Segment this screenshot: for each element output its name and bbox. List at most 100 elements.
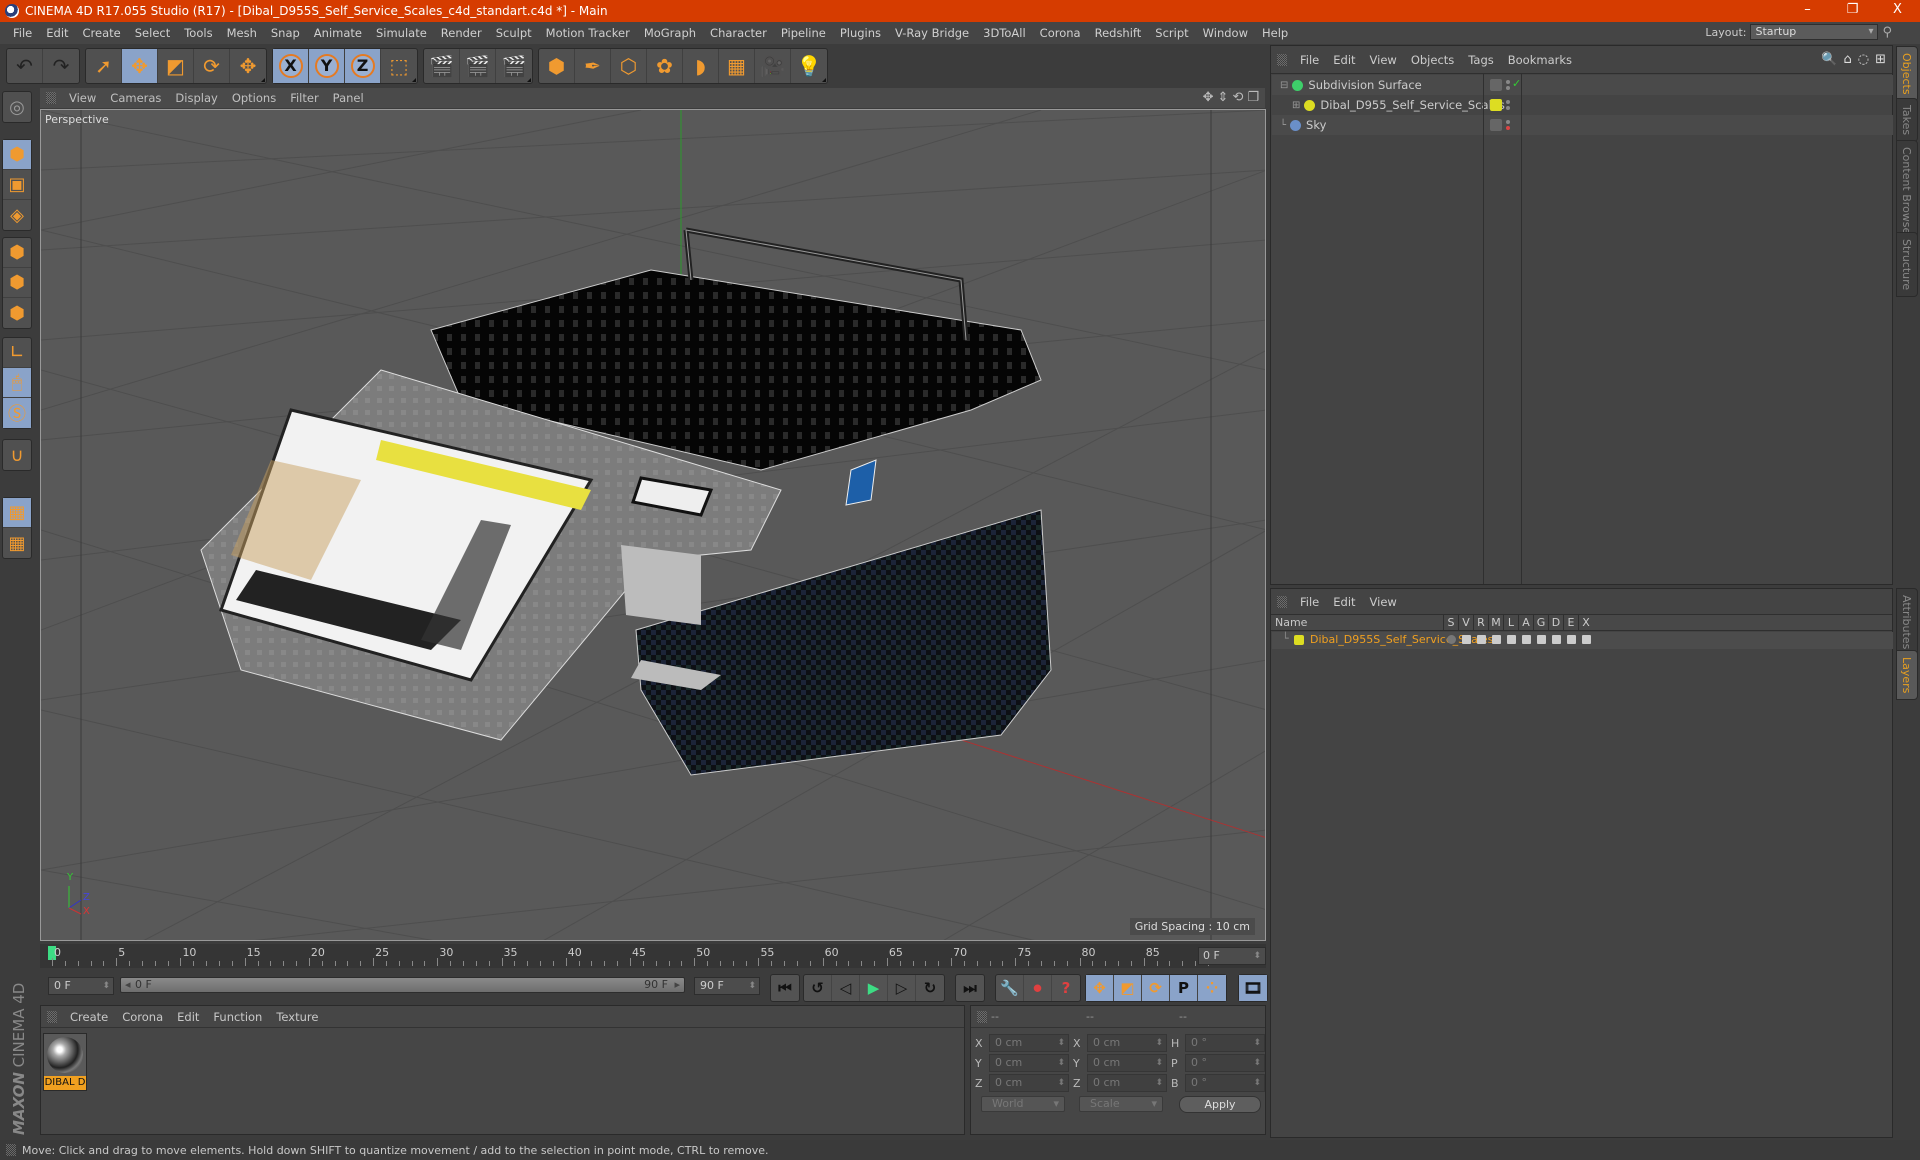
column-r[interactable]: R [1473, 615, 1488, 631]
menu-file[interactable]: File [6, 26, 39, 40]
spinner-icon[interactable]: ⬍ [1155, 1055, 1163, 1071]
material-menu-create[interactable]: Create [63, 1010, 115, 1024]
object-menu-tags[interactable]: Tags [1461, 53, 1500, 67]
menu-3dtoall[interactable]: 3DToAll [976, 26, 1033, 40]
display-tag-icon[interactable] [1490, 79, 1502, 91]
render-picture-viewer-button[interactable]: 🎬 [460, 48, 496, 83]
workplane-lock-button[interactable]: ▦ [3, 498, 31, 528]
position-track-button[interactable]: ✥ [1086, 975, 1114, 1001]
material-menu-texture[interactable]: Texture [269, 1010, 325, 1024]
side-tab-objects[interactable]: Objects [1896, 46, 1918, 102]
autokeying-button[interactable]: ? [1052, 975, 1080, 1001]
column-g[interactable]: G [1533, 615, 1548, 631]
rotation-track-button[interactable]: ⟳ [1142, 975, 1170, 1001]
spinner-icon[interactable]: ⬍ [748, 978, 756, 994]
spinner-icon[interactable]: ⬍ [1253, 1055, 1261, 1071]
coordinate-field[interactable]: 0 ° ⬍ [1185, 1034, 1265, 1052]
coordinate-field[interactable]: 0 ° ⬍ [1185, 1054, 1265, 1072]
side-tab-takes[interactable]: Takes [1896, 98, 1918, 143]
menu-character[interactable]: Character [703, 26, 774, 40]
display-tag-icon[interactable] [1490, 119, 1502, 131]
spinner-icon[interactable]: ⬍ [1253, 948, 1261, 964]
play-button[interactable]: ▶ [860, 975, 888, 1001]
menu-motion-tracker[interactable]: Motion Tracker [539, 26, 637, 40]
timeline-button[interactable]: 🎞 [1239, 975, 1267, 1001]
polygons-mode-button[interactable]: ⬢ [3, 298, 31, 328]
object-menu-objects[interactable]: Objects [1404, 53, 1461, 67]
spinner-icon[interactable]: ⬍ [1155, 1035, 1163, 1051]
coordinate-field[interactable]: 0 cm ⬍ [1087, 1074, 1167, 1092]
editor-visibility-dot[interactable] [1506, 80, 1510, 84]
apply-button[interactable]: Apply [1179, 1096, 1261, 1113]
make-editable-button[interactable]: ◎ [3, 92, 31, 122]
cube-button[interactable]: ⬢ [539, 48, 575, 83]
layer-menu-view[interactable]: View [1363, 595, 1404, 609]
go-to-start-button[interactable]: ⏮ [771, 975, 799, 1001]
layer-row[interactable]: └ Dibal_D955S_Self_Service_Scales [1272, 632, 1893, 649]
timeline-ruler[interactable]: 051015202530354045505560657075808590 [40, 944, 1266, 968]
range-left-arrow-icon[interactable]: ◂ [125, 978, 131, 992]
spinner-icon[interactable]: ⬍ [1057, 1075, 1065, 1091]
menu-create[interactable]: Create [76, 26, 128, 40]
layout-dropdown[interactable]: Startup [1750, 24, 1879, 40]
side-tab-content-browser[interactable]: Content Browser [1896, 140, 1918, 246]
spinner-icon[interactable]: ⬍ [1057, 1035, 1065, 1051]
coordinate-field[interactable]: 0 cm ⬍ [1087, 1034, 1167, 1052]
coordinate-field[interactable]: 0 cm ⬍ [1087, 1054, 1167, 1072]
object-row[interactable]: ⊟ Subdivision Surface ✓ [1272, 75, 1893, 95]
render-visibility-dot[interactable] [1506, 126, 1510, 130]
menu-tools[interactable]: Tools [177, 26, 219, 40]
visibility-icon[interactable]: ◌ [1858, 52, 1869, 67]
restore-button[interactable]: ❐ [1830, 0, 1875, 22]
keyframe-selection-button[interactable]: 🔧 [996, 975, 1024, 1001]
viewport-menu-view[interactable]: View [62, 91, 103, 105]
column-x[interactable]: X [1578, 615, 1593, 631]
column-a[interactable]: A [1518, 615, 1533, 631]
tweak-mode-button[interactable]: 🖱 [3, 368, 31, 398]
material-menu-function[interactable]: Function [206, 1010, 269, 1024]
texture-mode-button[interactable]: ▣ [3, 170, 31, 200]
expressions-icon[interactable] [1567, 635, 1576, 644]
deformers-icon[interactable] [1552, 635, 1561, 644]
render-visibility-dot[interactable] [1506, 106, 1510, 110]
object-name[interactable]: Dibal_D955_Self_Service_Scales [1320, 98, 1504, 112]
z-axis-button[interactable]: Z [345, 48, 381, 83]
spinner-icon[interactable]: ⬍ [1253, 1035, 1261, 1051]
coordinate-field[interactable]: 0 cm ⬍ [989, 1074, 1069, 1092]
column-d[interactable]: D [1548, 615, 1563, 631]
menu-sculpt[interactable]: Sculpt [489, 26, 539, 40]
minimize-button[interactable]: – [1785, 0, 1830, 22]
panel-grip-icon[interactable] [47, 1010, 57, 1023]
point-level-animation-button[interactable]: ⁘ [1198, 975, 1226, 1001]
y-axis-button[interactable]: Y [309, 48, 345, 83]
spinner-icon[interactable]: ⬍ [1057, 1055, 1065, 1071]
coordinate-field[interactable]: 0 cm ⬍ [989, 1034, 1069, 1052]
lock-icon[interactable] [1507, 635, 1516, 644]
column-name[interactable]: Name [1275, 615, 1307, 631]
record-active-objects-button[interactable]: ⏺ [1024, 975, 1052, 1001]
menu-window[interactable]: Window [1196, 26, 1255, 40]
menu-mograph[interactable]: MoGraph [637, 26, 703, 40]
previous-key-button[interactable]: ↺ [804, 975, 832, 1001]
model-mode-button[interactable]: ⬢ [3, 140, 31, 170]
object-menu-view[interactable]: View [1363, 53, 1404, 67]
object-name[interactable]: Sky [1306, 118, 1326, 132]
layer-color-swatch[interactable] [1294, 635, 1304, 645]
object-menu-bookmarks[interactable]: Bookmarks [1501, 53, 1579, 67]
move-button[interactable]: ✥ [122, 48, 158, 83]
layer-menu-file[interactable]: File [1293, 595, 1326, 609]
cloner-button[interactable]: ✿ [647, 48, 683, 83]
menu-v-ray-bridge[interactable]: V-Ray Bridge [888, 26, 976, 40]
side-tab-layers[interactable]: Layers [1896, 650, 1918, 701]
undo-button[interactable]: ↶ [7, 48, 43, 83]
subdivision-surface-button[interactable]: ⬡ [611, 48, 647, 83]
start-frame-field[interactable]: 0 F ⬍ [48, 977, 114, 995]
tree-line-icon[interactable]: ⊞ [1292, 100, 1300, 111]
animation-icon[interactable] [1522, 635, 1531, 644]
go-to-end-button[interactable]: ⏭ [956, 975, 984, 1001]
workplane-align-button[interactable]: ▦ [3, 528, 31, 558]
menu-pipeline[interactable]: Pipeline [774, 26, 833, 40]
viewport-menu-cameras[interactable]: Cameras [103, 91, 168, 105]
axis-mode-button[interactable]: ∟ [3, 338, 31, 368]
edges-mode-button[interactable]: ⬢ [3, 268, 31, 298]
